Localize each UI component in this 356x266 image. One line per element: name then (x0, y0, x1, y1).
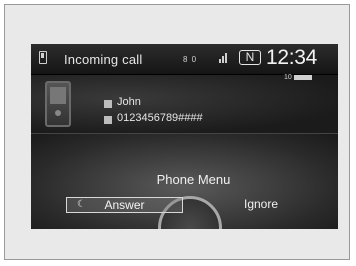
signal-strength-icon (219, 51, 229, 63)
caller-number: 0123456789#### (117, 112, 203, 124)
figure-frame: Incoming call 8 0 N 12:34 John 012345678… (4, 4, 350, 260)
volume-indicator: 10 (284, 74, 312, 81)
clock: 12:34 (266, 46, 318, 69)
volume-level: 10 (284, 74, 292, 81)
status-indicators: 8 0 (183, 55, 198, 64)
phone-icon (39, 51, 47, 64)
mobile-phone-icon (45, 81, 71, 127)
answer-button[interactable]: ☾ Answer (66, 197, 183, 213)
phone-menu: Phone Menu ☾ Answer Ignore (31, 133, 338, 229)
contact-icon (104, 100, 112, 108)
answer-label: Answer (104, 198, 145, 212)
status-bar: Incoming call 8 0 N 12:34 (31, 44, 338, 75)
display-screen: Incoming call 8 0 N 12:34 John 012345678… (31, 44, 338, 229)
caller-info: John 0123456789#### (31, 75, 338, 133)
gear-indicator: N (239, 50, 261, 65)
volume-bar (293, 74, 312, 80)
call-icon: ☾ (77, 199, 86, 210)
caller-name: John (117, 96, 141, 108)
ignore-button[interactable]: Ignore (226, 197, 296, 213)
menu-title: Phone Menu (156, 172, 231, 187)
screen-title: Incoming call (64, 52, 143, 67)
phone-number-icon (104, 116, 112, 124)
ignore-label: Ignore (243, 197, 279, 211)
